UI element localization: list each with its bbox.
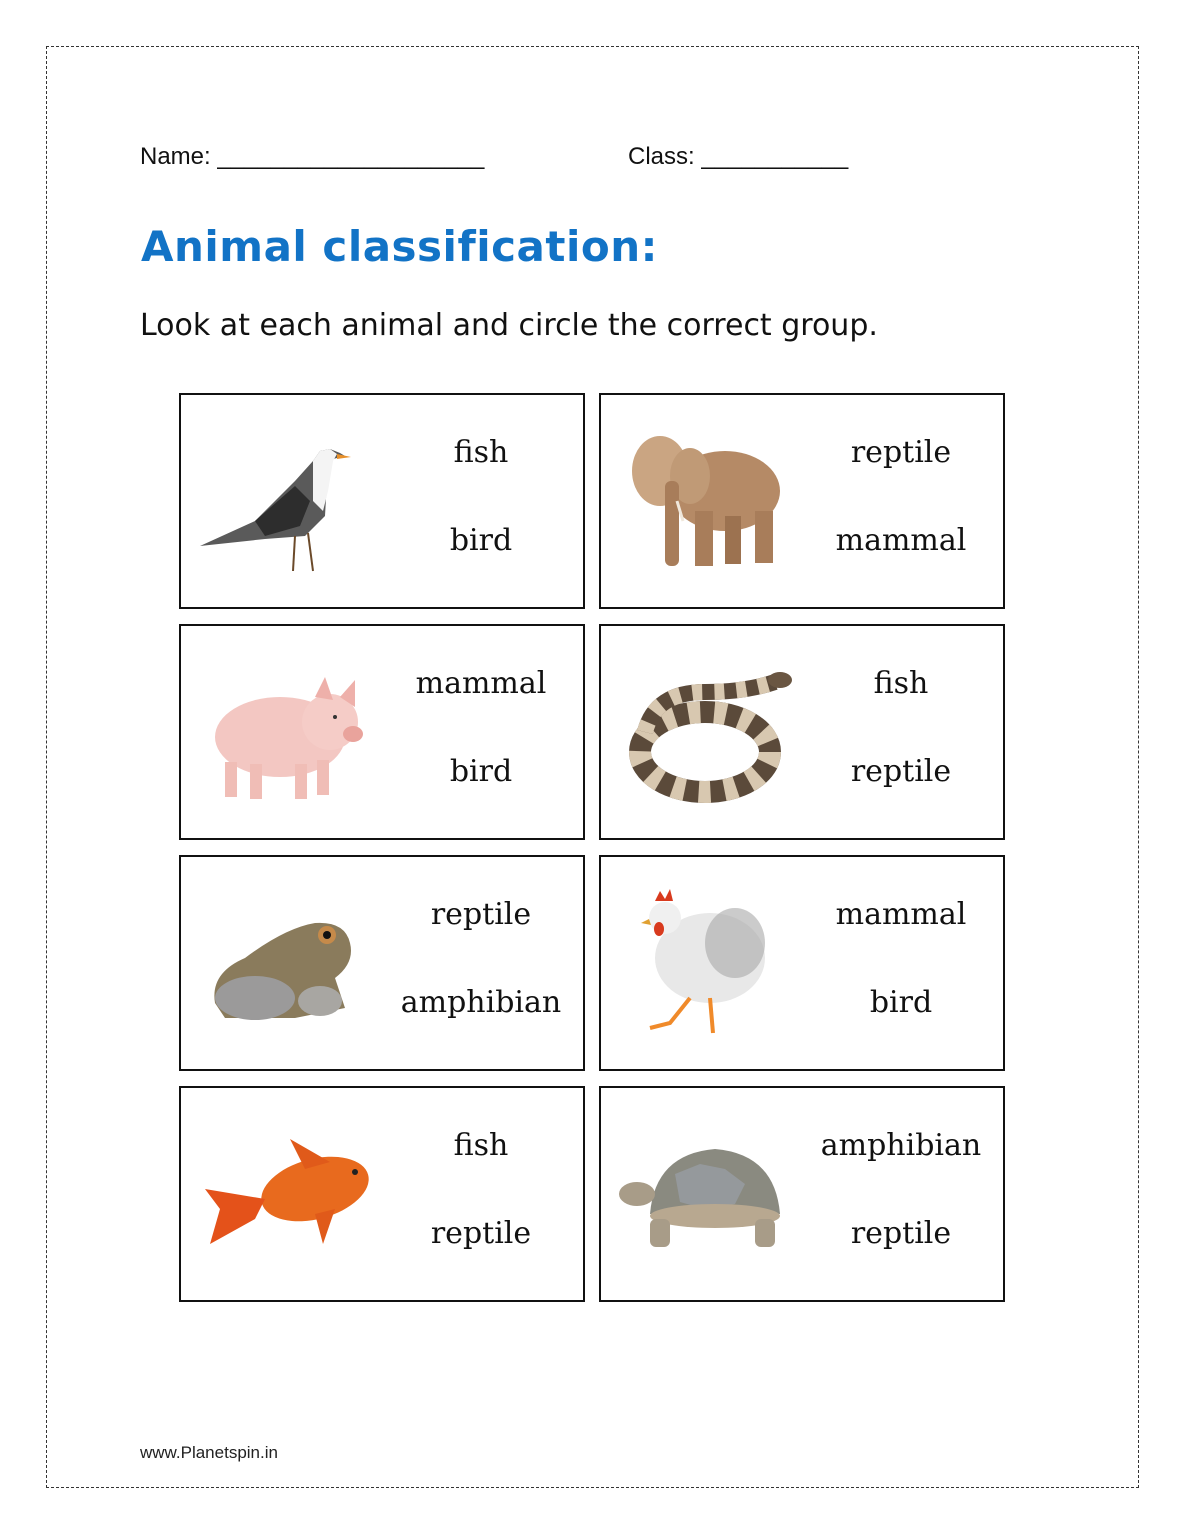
goldfish-image [195, 1114, 375, 1274]
option-reptile[interactable]: reptile [811, 435, 991, 470]
option-reptile[interactable]: reptile [811, 1216, 991, 1251]
seagull-image [195, 421, 375, 581]
option-fish[interactable]: fish [811, 666, 991, 701]
option-reptile[interactable]: reptile [391, 1216, 571, 1251]
animal-card-elephant: reptile mammal [599, 393, 1005, 609]
tortoise-image [615, 1114, 795, 1274]
website-footer: www.Planetspin.in [140, 1443, 278, 1462]
option-amphibian[interactable]: amphibian [811, 1128, 991, 1163]
option-reptile[interactable]: reptile [391, 897, 571, 932]
animal-card-grid: fish bird reptile mammal mammal bird fis… [179, 393, 1005, 1302]
animal-card-toad: reptile amphibian [179, 855, 585, 1071]
toad-image [195, 883, 375, 1043]
option-reptile[interactable]: reptile [811, 754, 991, 789]
option-fish[interactable]: fish [391, 1128, 571, 1163]
animal-card-snake: fish reptile [599, 624, 1005, 840]
option-fish[interactable]: fish [391, 435, 571, 470]
animal-card-goldfish: fish reptile [179, 1086, 585, 1302]
option-bird[interactable]: bird [811, 985, 991, 1020]
worksheet-title: Animal classification: [141, 222, 658, 271]
animal-card-seagull: fish bird [179, 393, 585, 609]
animal-card-tortoise: amphibian reptile [599, 1086, 1005, 1302]
option-bird[interactable]: bird [391, 523, 571, 558]
option-mammal[interactable]: mammal [811, 523, 991, 558]
elephant-image [615, 421, 795, 581]
pig-image [195, 652, 375, 812]
animal-card-pig: mammal bird [179, 624, 585, 840]
hen-image [615, 883, 795, 1043]
instruction-text: Look at each animal and circle the corre… [140, 308, 878, 343]
class-field[interactable]: Class: ___________ [628, 143, 848, 171]
option-mammal[interactable]: mammal [811, 897, 991, 932]
option-mammal[interactable]: mammal [391, 666, 571, 701]
option-amphibian[interactable]: amphibian [391, 985, 571, 1020]
name-field[interactable]: Name: ____________________ [140, 143, 484, 171]
option-bird[interactable]: bird [391, 754, 571, 789]
animal-card-hen: mammal bird [599, 855, 1005, 1071]
snake-image [615, 652, 795, 812]
